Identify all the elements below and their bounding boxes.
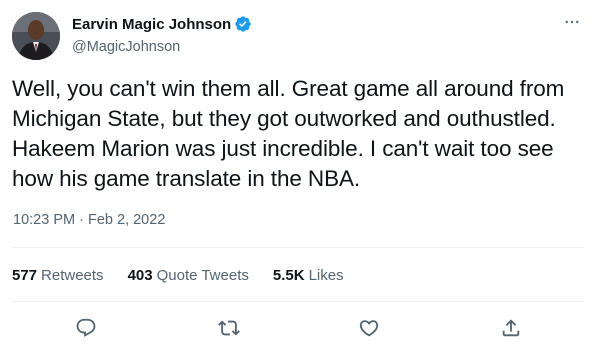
divider	[12, 301, 584, 302]
tweet-text-line: how his game translate in the NBA.	[12, 166, 361, 191]
verified-badge-icon	[234, 15, 252, 33]
quote-tweets-count: 403	[127, 267, 153, 284]
tweet-text-line: Well, you can't win them all. Great game…	[12, 76, 565, 101]
divider	[12, 247, 584, 248]
tweet-card: Earvin Magic Johnson @MagicJohnson Well,…	[0, 0, 596, 364]
share-icon[interactable]	[498, 315, 524, 341]
reply-icon[interactable]	[73, 315, 99, 341]
more-horizontal-icon[interactable]	[562, 12, 582, 32]
likes-stat[interactable]: 5.5K Likes	[273, 267, 344, 284]
retweets-stat[interactable]: 577 Retweets	[12, 267, 104, 284]
quote-tweets-stat[interactable]: 403 Quote Tweets	[128, 267, 249, 284]
author-info: Earvin Magic Johnson @MagicJohnson	[72, 14, 252, 55]
avatar-image	[12, 12, 60, 60]
timestamp: 10:23 PM · Feb 2, 2022	[13, 212, 165, 228]
likes-count: 5.5K	[272, 267, 305, 284]
avatar[interactable]	[12, 12, 60, 60]
display-name[interactable]: Earvin Magic Johnson	[72, 16, 231, 33]
heart-icon[interactable]	[356, 315, 382, 341]
retweet-icon[interactable]	[216, 315, 242, 341]
handle[interactable]: @MagicJohnson	[72, 39, 252, 55]
retweets-label: Retweets	[41, 267, 104, 284]
tweet-text: Well, you can't win them all. Great game…	[12, 74, 587, 194]
quote-tweets-label: Quote Tweets	[156, 267, 249, 284]
action-bar	[0, 315, 596, 341]
tweet-time[interactable]: 10:23 PM	[13, 212, 75, 228]
retweets-count: 577	[12, 267, 38, 284]
display-name-row: Earvin Magic Johnson	[72, 14, 252, 34]
engagement-stats: 577 Retweets 403 Quote Tweets 5.5K Likes	[12, 267, 368, 284]
tweet-text-line: Hakeem Marion was just incredible. I can…	[12, 136, 554, 161]
likes-label: Likes	[308, 267, 344, 284]
timestamp-separator: ·	[79, 212, 84, 228]
tweet-date[interactable]: Feb 2, 2022	[88, 212, 165, 228]
tweet-text-line: Michigan State, but they got outworked a…	[12, 106, 556, 131]
